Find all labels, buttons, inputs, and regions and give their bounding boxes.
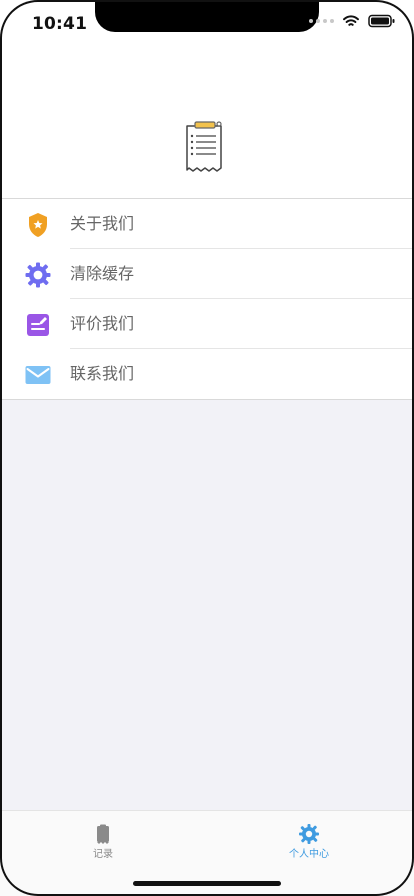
profile-header bbox=[0, 44, 414, 198]
status-icons bbox=[309, 14, 396, 28]
menu-label-about-us: 关于我们 bbox=[70, 214, 135, 233]
wifi-icon bbox=[343, 15, 359, 26]
menu-item-clear-cache[interactable]: 清除缓存 bbox=[0, 249, 414, 299]
edit-note-icon bbox=[27, 314, 49, 336]
menu-label-contact-us: 联系我们 bbox=[70, 364, 135, 383]
app-screen: 10:41 关于我们 清除缓存 评价我们 联系我们 记录 个人中心 bbox=[0, 0, 414, 896]
menu-label-clear-cache: 清除缓存 bbox=[70, 264, 135, 283]
settings-menu-list: 关于我们 清除缓存 评价我们 联系我们 bbox=[0, 198, 414, 400]
tab-label-record: 记录 bbox=[93, 849, 113, 860]
shield-star-icon bbox=[29, 213, 47, 237]
clipboard-icon bbox=[186, 121, 222, 172]
status-time: 10:41 bbox=[32, 14, 88, 34]
gear-icon bbox=[25, 262, 51, 288]
signal-icon bbox=[309, 19, 334, 23]
home-indicator bbox=[133, 881, 281, 886]
tab-profile[interactable]: 个人中心 bbox=[264, 823, 354, 867]
record-icon bbox=[97, 824, 109, 844]
menu-item-about-us[interactable]: 关于我们 bbox=[0, 199, 414, 249]
menu-item-contact-us[interactable]: 联系我们 bbox=[0, 349, 414, 399]
menu-label-rate-us: 评价我们 bbox=[70, 314, 135, 333]
envelope-shape bbox=[25, 366, 51, 384]
envelope-icon bbox=[25, 366, 51, 384]
tab-record[interactable]: 记录 bbox=[58, 823, 148, 867]
tab-label-profile: 个人中心 bbox=[289, 849, 329, 860]
profile-gear-icon bbox=[299, 824, 319, 844]
battery-icon bbox=[368, 14, 395, 28]
menu-item-rate-us[interactable]: 评价我们 bbox=[0, 299, 414, 349]
device-notch bbox=[95, 0, 319, 32]
content-area: 关于我们 清除缓存 评价我们 联系我们 bbox=[0, 44, 414, 810]
status-bar: 10:41 bbox=[0, 0, 414, 44]
